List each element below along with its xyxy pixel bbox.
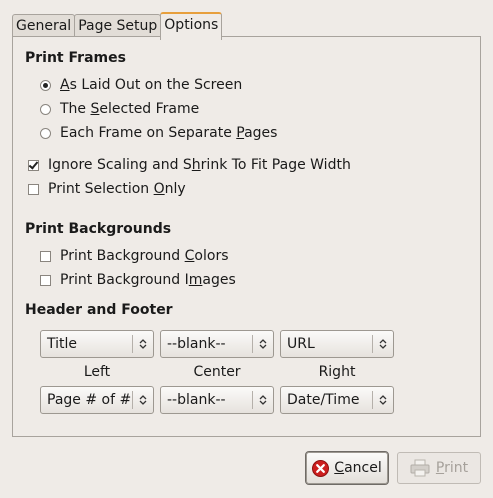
select-value: URL (287, 336, 315, 352)
cancel-icon (312, 459, 330, 477)
header-footer-title: Header and Footer (25, 302, 173, 318)
radio-indicator[interactable] (40, 79, 51, 91)
check-shrink-to-fit[interactable]: Ignore Scaling and Shrink To Fit Page Wi… (28, 157, 351, 173)
cancel-button[interactable]: Cancel (305, 451, 389, 485)
select-value: --blank-- (167, 336, 226, 352)
updown-arrows-icon (253, 338, 273, 350)
updown-arrows-icon (373, 394, 393, 406)
select-value: Page # of # (47, 392, 132, 408)
select-value: Date/Time (287, 392, 360, 408)
footer-right-select[interactable]: Date/Time (280, 386, 394, 414)
tab-page-setup[interactable]: Page Setup (74, 14, 162, 38)
check-background-images[interactable]: Print Background Images (40, 272, 236, 288)
column-label-left: Left (83, 364, 111, 380)
column-label-right: Right (318, 364, 356, 380)
checkbox-indicator[interactable] (40, 250, 51, 262)
printer-icon (410, 459, 430, 477)
select-value: Title (47, 336, 78, 352)
radio-label: The Selected Frame (60, 101, 200, 117)
column-label-center: Center (193, 364, 241, 380)
radio-each-frame[interactable]: Each Frame on Separate Pages (40, 125, 277, 141)
header-center-select[interactable]: --blank-- (160, 330, 274, 358)
checkbox-label: Print Background Colors (60, 248, 229, 264)
checkbox-label: Print Selection Only (48, 181, 186, 197)
radio-selected-frame[interactable]: The Selected Frame (40, 101, 199, 117)
updown-arrows-icon (133, 338, 153, 350)
updown-arrows-icon (373, 338, 393, 350)
select-value: --blank-- (167, 392, 226, 408)
radio-indicator[interactable] (40, 103, 51, 115)
updown-arrows-icon (133, 394, 153, 406)
footer-center-select[interactable]: --blank-- (160, 386, 274, 414)
print-label: Print (435, 460, 469, 476)
tab-bar: General Page Setup Options (12, 12, 223, 40)
print-frames-title: Print Frames (25, 50, 126, 66)
check-selection-only[interactable]: Print Selection Only (28, 181, 186, 197)
tab-general[interactable]: General (12, 14, 76, 38)
checkbox-label: Ignore Scaling and Shrink To Fit Page Wi… (48, 157, 351, 173)
checkbox-indicator[interactable] (28, 183, 39, 195)
cancel-label: Cancel (334, 460, 382, 476)
header-left-select[interactable]: Title (40, 330, 154, 358)
radio-indicator[interactable] (40, 127, 51, 139)
radio-label: Each Frame on Separate Pages (60, 125, 278, 141)
radio-label: As Laid Out on the Screen (60, 77, 243, 93)
footer-left-select[interactable]: Page # of # (40, 386, 154, 414)
print-backgrounds-title: Print Backgrounds (25, 221, 172, 237)
header-right-select[interactable]: URL (280, 330, 394, 358)
checkbox-indicator[interactable] (28, 159, 39, 171)
radio-as-laid-out[interactable]: As Laid Out on the Screen (40, 77, 242, 93)
updown-arrows-icon (253, 394, 273, 406)
tab-options[interactable]: Options (160, 12, 223, 40)
checkbox-label: Print Background Images (60, 272, 236, 288)
check-background-colors[interactable]: Print Background Colors (40, 248, 229, 264)
checkbox-indicator[interactable] (40, 274, 51, 286)
print-button[interactable]: Print (397, 452, 481, 484)
